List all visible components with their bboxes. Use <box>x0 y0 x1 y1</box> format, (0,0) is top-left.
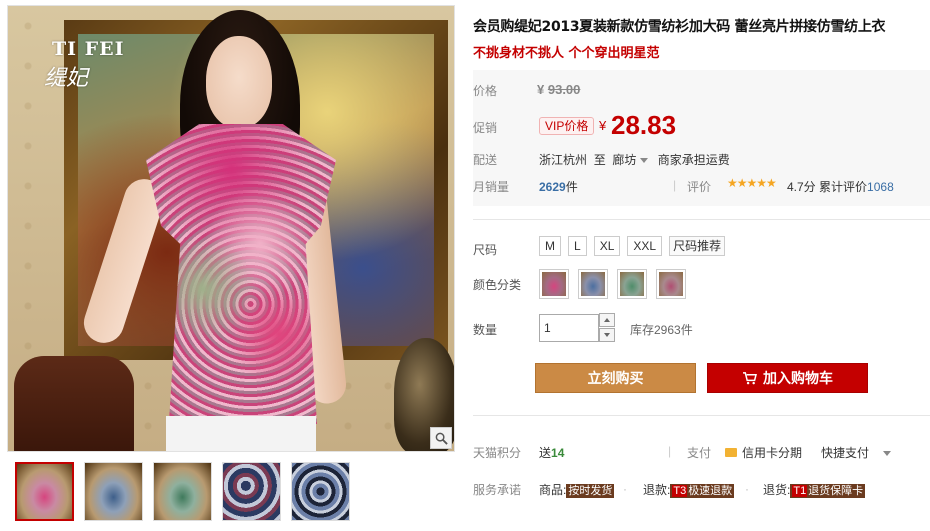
chevron-down-icon <box>640 158 649 164</box>
size-option-l[interactable]: L <box>568 236 587 256</box>
rating-summary[interactable]: 4.7分 累计评价1068 <box>787 178 894 195</box>
size-option-xl[interactable]: XL <box>593 236 621 256</box>
sale-price: 28.83 <box>611 110 677 140</box>
rating-stars-icon: ★★★★★ <box>727 176 777 190</box>
thumbnail-strip <box>15 462 350 521</box>
size-options: M L XL XXL 尺码推荐 <box>539 236 726 256</box>
review-label: 评价 <box>687 180 712 194</box>
shipping-note: 商家承担运费 <box>657 153 730 167</box>
background-chair <box>14 356 134 451</box>
section-divider <box>473 219 930 220</box>
color-label: 颜色分类 <box>473 278 522 292</box>
color-swatch-4[interactable] <box>656 269 686 299</box>
delivery-from: 浙江杭州 <box>539 153 588 167</box>
credit-card-installment[interactable]: 信用卡分期 <box>725 444 802 461</box>
points-value: 送14 <box>539 446 565 460</box>
service-shipping: 商品: 按时发货 <box>539 483 615 498</box>
service-refund: 退款: T3 极速退款 <box>643 483 735 498</box>
brand-logo: TI FEI <box>52 38 125 60</box>
thumbnail-3[interactable] <box>153 462 212 521</box>
color-swatch-1[interactable] <box>539 269 569 299</box>
quick-pay-select[interactable]: 快捷支付 <box>821 444 892 461</box>
size-option-xxl[interactable]: XXL <box>627 236 663 256</box>
delivery-info: 浙江杭州 至 廊坊 商家承担运费 <box>539 153 730 167</box>
divider: | <box>673 178 677 192</box>
price-label: 价格 <box>473 84 498 98</box>
quantity-increase-button[interactable] <box>599 313 615 327</box>
chevron-down-icon <box>883 451 892 457</box>
service-label: 服务承诺 <box>473 483 522 497</box>
main-product-image[interactable]: TI FEI 缇妃 <box>7 5 455 452</box>
color-swatch-3[interactable] <box>617 269 647 299</box>
monthly-sales-label: 月销量 <box>473 180 510 194</box>
points-label: 天猫积分 <box>473 446 522 460</box>
size-recommend-button[interactable]: 尺码推荐 <box>669 236 726 256</box>
color-options <box>539 269 686 299</box>
monthly-sales: 2629件 <box>539 180 578 194</box>
size-option-m[interactable]: M <box>539 236 561 256</box>
product-subtitle: 不挑身材不挑人 个个穿出明星范 <box>473 46 660 61</box>
add-to-cart-button[interactable]: 加入购物车 <box>707 363 868 393</box>
quantity-input[interactable] <box>539 314 599 342</box>
thumbnail-2[interactable] <box>84 462 143 521</box>
thumbnail-5[interactable] <box>291 462 350 521</box>
delivery-label: 配送 <box>473 153 498 167</box>
section-divider <box>473 415 930 416</box>
model-face <box>206 36 272 128</box>
quantity-label: 数量 <box>473 323 498 337</box>
model-pants <box>166 416 316 451</box>
delivery-destination-select[interactable]: 廊坊 <box>612 153 654 167</box>
color-swatch-2[interactable] <box>578 269 608 299</box>
service-return: 退货: T1 退货保障卡 <box>763 483 866 498</box>
cart-icon <box>743 372 757 385</box>
thumbnail-1[interactable] <box>15 462 74 521</box>
divider: | <box>668 444 672 458</box>
quantity-decrease-button[interactable] <box>599 328 615 342</box>
size-label: 尺码 <box>473 243 498 257</box>
image-gallery: TI FEI 缇妃 <box>0 0 460 531</box>
buy-now-button[interactable]: 立刻购买 <box>535 363 696 393</box>
payment-label: 支付 <box>687 446 712 460</box>
brand-logo-chinese: 缇妃 <box>44 66 89 91</box>
stock-count: 库存2963件 <box>630 323 693 337</box>
thumbnail-4[interactable] <box>222 462 281 521</box>
currency-symbol: ¥ <box>599 118 607 133</box>
zoom-icon[interactable] <box>430 427 452 449</box>
promo-label: 促销 <box>473 121 498 135</box>
credit-card-icon <box>725 448 737 457</box>
vip-price-badge: VIP价格 <box>539 117 595 135</box>
product-title: 会员购缇妃2013夏装新款仿雪纺衫加大码 蕾丝亮片拼接仿雪纺上衣 <box>473 19 886 35</box>
original-price: ¥ 93.00 <box>537 82 581 97</box>
